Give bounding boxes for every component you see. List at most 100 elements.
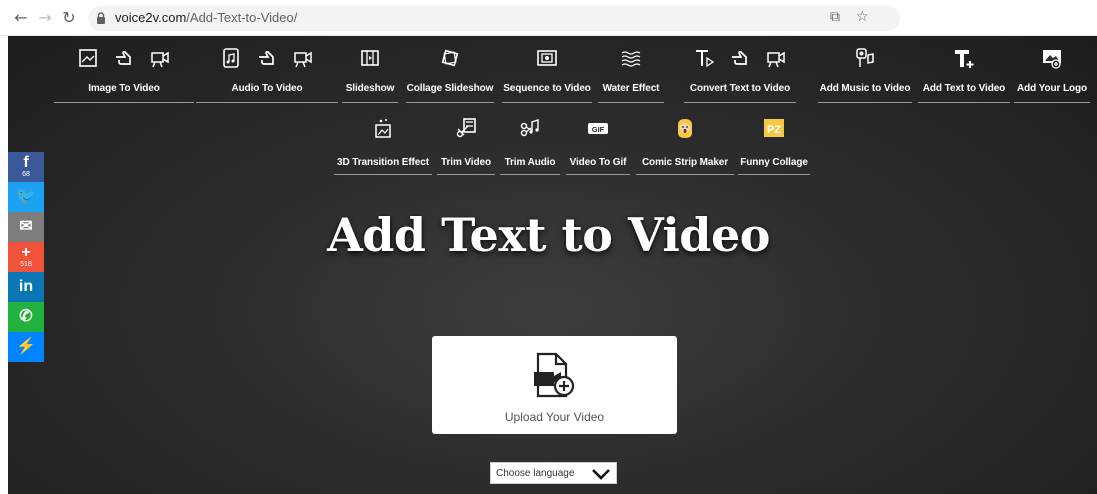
share-twitter-button[interactable]: 🐦 — [8, 182, 44, 212]
share-whatsapp-button[interactable]: ✆ — [8, 302, 44, 332]
menu-item-label: Comic Strip Maker — [641, 157, 729, 168]
collage-icon — [439, 47, 461, 69]
menu-item-label: Sequence to Video — [503, 83, 591, 94]
menu-item-label: Funny Collage — [740, 157, 808, 168]
linkedin-icon: in — [18, 278, 34, 295]
menu-item-underline — [684, 102, 796, 103]
slideshow-icon — [359, 47, 381, 69]
svg-text:PZ: PZ — [767, 124, 781, 136]
image-icon — [77, 47, 99, 69]
menu-item-slideshow[interactable]: Slideshow — [342, 42, 398, 103]
menu-item-label: Convert Text to Video — [689, 83, 791, 94]
menu-item-convert-text-to-video[interactable]: Convert Text to Video — [684, 42, 796, 103]
menu-item-label: Video To Gif — [569, 157, 627, 168]
menu-item-trim-video[interactable]: Trim Video — [437, 112, 495, 175]
menu-item-add-your-logo[interactable]: Add Your Logo — [1014, 42, 1090, 103]
svg-text:GIF: GIF — [592, 125, 605, 134]
funny-collage-icon: PZ — [763, 117, 785, 139]
menu-item-label: Image To Video — [88, 83, 160, 94]
twitter-icon: 🐦 — [16, 188, 36, 205]
translate-icon[interactable]: ⧉ — [830, 9, 840, 25]
back-arrow-icon[interactable]: ← — [10, 7, 32, 29]
messenger-icon: ⚡ — [16, 338, 36, 355]
menu-item-sequence-to-video[interactable]: Sequence to Video — [502, 42, 592, 103]
share-messenger-button[interactable]: ⚡ — [8, 332, 44, 362]
share-count: 518 — [20, 261, 32, 268]
menu-item-underline — [566, 174, 630, 175]
page-body: Image To Video Audio To Video Slideshow Col… — [0, 36, 1097, 494]
page-title: Add Text to Video — [327, 208, 770, 262]
menu-item-underline — [738, 174, 810, 175]
logo-icon — [1041, 47, 1063, 69]
upload-video-icon — [534, 352, 575, 398]
menu-item-underline — [500, 174, 560, 175]
pointing-hand-icon — [113, 47, 135, 69]
video-camera-icon — [765, 47, 787, 69]
menu-item-underline — [342, 102, 398, 103]
menu-item-label: Add Music to Video — [819, 83, 911, 94]
share-count: 68 — [22, 171, 30, 178]
gif-icon: GIF — [587, 117, 609, 139]
whatsapp-icon: ✆ — [19, 308, 33, 325]
chevron-down-icon — [592, 469, 610, 480]
menu-item-label: Add Text to Video — [922, 83, 1006, 94]
menu-item-water-effect[interactable]: Water Effect — [598, 42, 664, 103]
menu-item-underline — [54, 102, 194, 103]
menu-item-3d-transition-effect[interactable]: 3D Transition Effect — [334, 112, 432, 175]
share-icon: + — [21, 244, 31, 261]
menu-item-underline — [196, 102, 338, 103]
browser-toolbar: ← → ↻ voice2v.com/Add-Text-to-Video/ ⧉ ☆ — [0, 0, 1097, 36]
menu-item-underline — [636, 174, 734, 175]
menu-item-add-text-to-video[interactable]: Add Text to Video — [918, 42, 1010, 103]
menu-item-underline — [437, 174, 495, 175]
pointing-hand-icon — [729, 47, 751, 69]
menu-item-video-to-gif[interactable]: GIF Video To Gif — [566, 112, 630, 175]
reload-icon[interactable]: ↻ — [58, 7, 80, 29]
menu-item-underline — [1014, 102, 1090, 103]
email-icon: ✉ — [19, 218, 33, 235]
language-select[interactable]: Choose language — [490, 462, 617, 484]
add-text-icon — [953, 47, 975, 69]
comic-icon — [674, 117, 696, 139]
text-icon — [693, 47, 715, 69]
menu-item-label: Trim Audio — [504, 157, 556, 168]
url-text: voice2v.com/Add-Text-to-Video/ — [115, 10, 298, 25]
upload-video-button[interactable]: Upload Your Video — [432, 336, 677, 434]
menu-item-underline — [502, 102, 592, 103]
menu-item-add-music-to-video[interactable]: Add Music to Video — [818, 42, 912, 103]
menu-item-underline — [406, 102, 494, 103]
trim-video-icon — [455, 117, 477, 139]
share-facebook-button[interactable]: f 68 — [8, 152, 44, 182]
menu-item-audio-to-video[interactable]: Audio To Video — [196, 42, 338, 103]
menu-item-label: Audio To Video — [231, 83, 303, 94]
share-share-button[interactable]: +518 — [8, 242, 44, 272]
menu-item-funny-collage[interactable]: PZ Funny Collage — [738, 112, 810, 175]
menu-item-underline — [598, 102, 664, 103]
pointing-hand-icon — [256, 47, 278, 69]
menu-item-underline — [818, 102, 912, 103]
address-bar[interactable]: voice2v.com/Add-Text-to-Video/ ⧉ ☆ — [88, 6, 900, 31]
sequence-icon — [536, 47, 558, 69]
transition-icon — [372, 117, 394, 139]
menu-item-label: Water Effect — [602, 83, 660, 94]
water-icon — [620, 47, 642, 69]
menu-item-underline — [918, 102, 1010, 103]
music-icon — [854, 47, 876, 69]
bookmark-star-icon[interactable]: ☆ — [856, 9, 869, 25]
menu-item-collage-slideshow[interactable]: Collage Slideshow — [406, 42, 494, 103]
menu-item-label: Trim Video — [441, 157, 491, 168]
menu-item-label: Add Your Logo — [1017, 83, 1087, 94]
menu-item-image-to-video[interactable]: Image To Video — [54, 42, 194, 103]
audio-file-icon — [220, 47, 242, 69]
trim-audio-icon — [519, 117, 541, 139]
menu-item-label: Collage Slideshow — [406, 83, 494, 94]
menu-item-comic-strip-maker[interactable]: Comic Strip Maker — [636, 112, 734, 175]
menu-item-trim-audio[interactable]: Trim Audio — [500, 112, 560, 175]
facebook-icon: f — [23, 154, 29, 171]
menu-item-label: 3D Transition Effect — [337, 157, 429, 168]
menu-item-label: Slideshow — [345, 83, 395, 94]
share-linkedin-button[interactable]: in — [8, 272, 44, 302]
video-camera-icon — [149, 47, 171, 69]
share-email-button[interactable]: ✉ — [8, 212, 44, 242]
forward-arrow-icon[interactable]: → — [34, 7, 56, 29]
